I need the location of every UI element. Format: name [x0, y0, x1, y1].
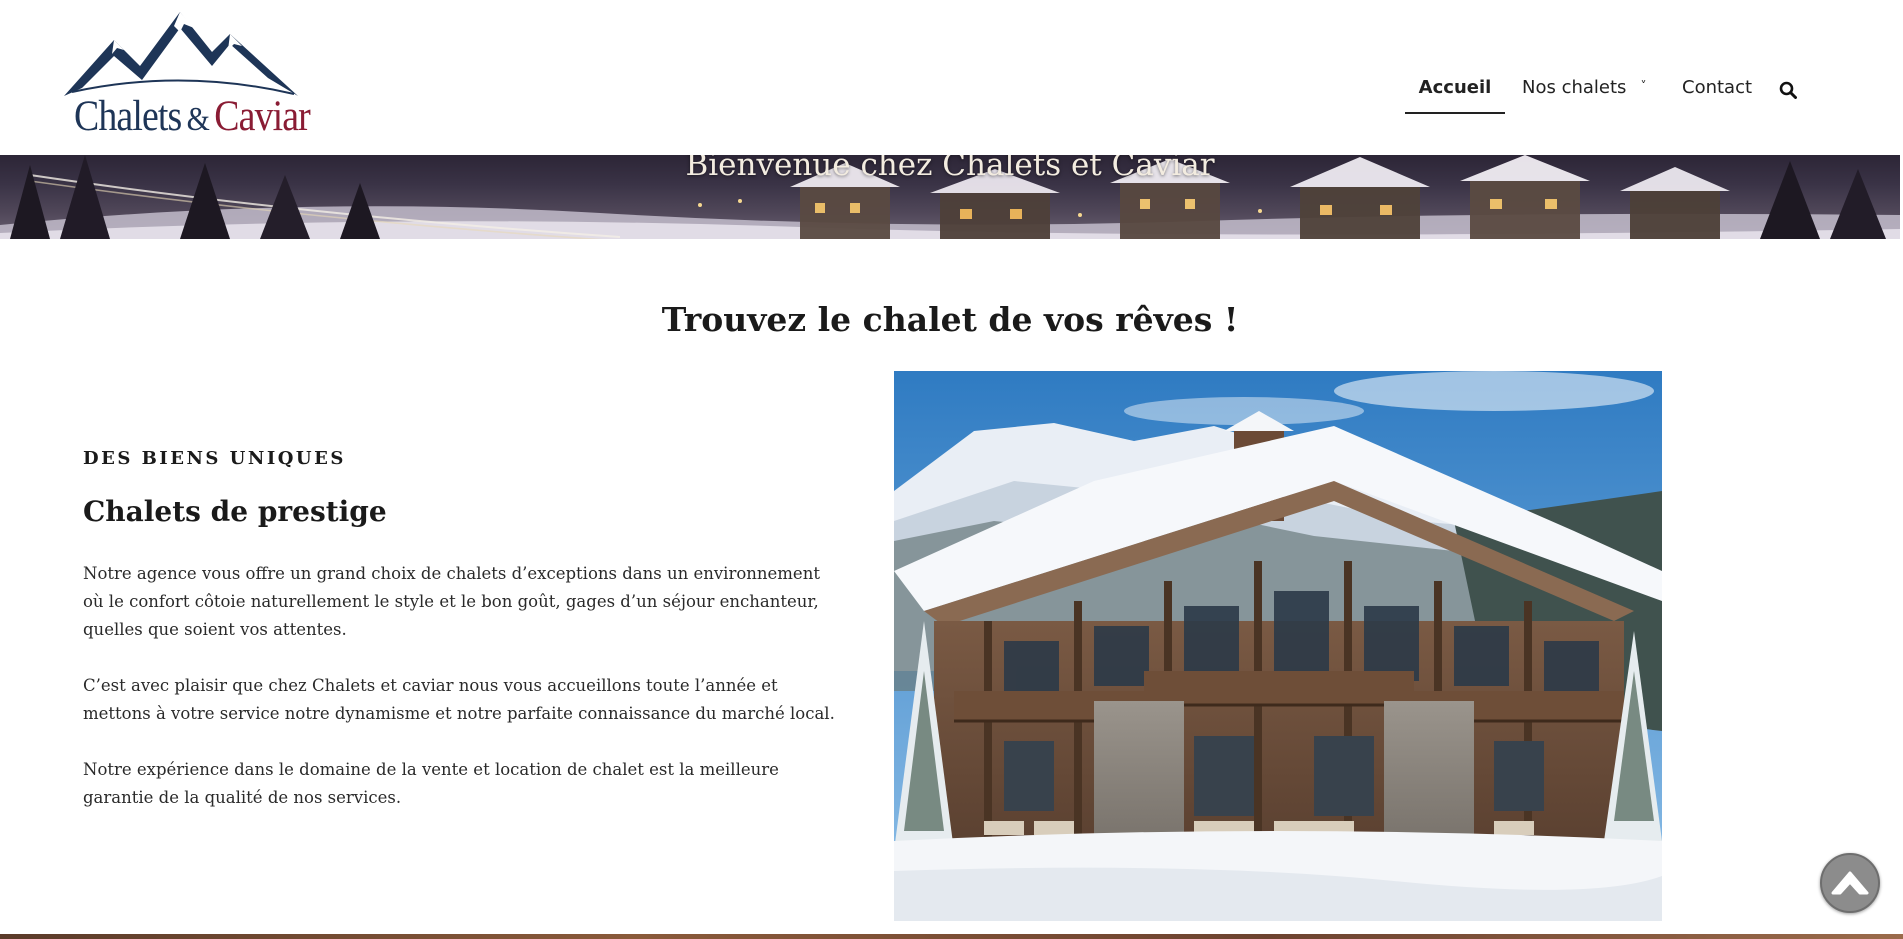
brand-name-part1: Chalets — [74, 93, 182, 140]
search-icon[interactable] — [1779, 81, 1797, 103]
welcome-paragraph: C’est avec plaisir que chez Chalets et c… — [83, 676, 835, 723]
banner-title: Bienvenue chez Chalets et Caviar — [685, 155, 1215, 183]
next-section-edge — [0, 934, 1903, 939]
chalet-photo — [894, 371, 1662, 921]
brand-ampersand: & — [186, 101, 210, 138]
experience-paragraph: Notre expérience dans le domaine de la v… — [83, 760, 779, 807]
intro-paragraph: Notre agence vous offre un grand choix d… — [83, 564, 820, 639]
section-title: Chalets de prestige — [83, 495, 387, 528]
chevron-down-icon: ˅ — [1640, 79, 1647, 93]
chevron-up-icon — [1831, 871, 1869, 895]
main-nav: Accueil Nos chalets ˅ Contact — [1405, 66, 1825, 114]
brand-wordmark: Chalets & Caviar — [74, 92, 311, 141]
brand-name-part2: Caviar — [214, 93, 310, 140]
page-title: Trouvez le chalet de vos rêves ! — [661, 300, 1239, 339]
brand-logo[interactable]: Chalets & Caviar — [62, 8, 311, 140]
nav-item-nos-chalets[interactable]: Nos chalets ˅ — [1522, 66, 1646, 114]
nav-item-label: Nos chalets — [1522, 77, 1627, 98]
nav-item-label: Contact — [1682, 77, 1753, 98]
scroll-to-top-button[interactable] — [1820, 853, 1880, 913]
section-eyebrow: DES BIENS UNIQUES — [83, 448, 346, 469]
hero-banner: Bienvenue chez Chalets et Caviar — [0, 155, 1900, 239]
nav-item-contact[interactable]: Contact — [1682, 66, 1752, 114]
nav-item-label: Accueil — [1418, 77, 1492, 98]
site-header: Chalets & Caviar Accueil Nos chalets ˅ Cont… — [0, 0, 1903, 155]
nav-item-accueil[interactable]: Accueil — [1405, 66, 1505, 114]
chalet-image — [894, 371, 1662, 921]
